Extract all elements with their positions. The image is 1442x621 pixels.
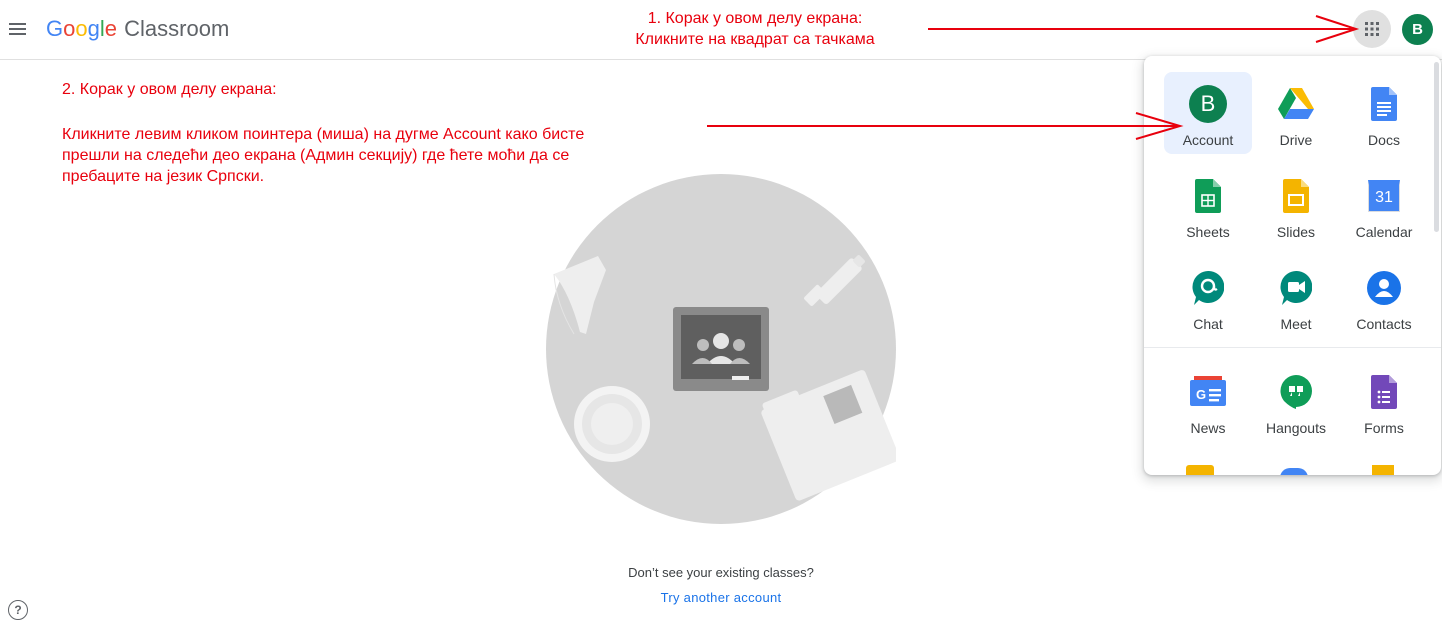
app-hangouts[interactable]: Hangouts bbox=[1252, 360, 1340, 442]
meet-icon bbox=[1276, 268, 1316, 308]
apps-panel-scrollbar[interactable] bbox=[1434, 62, 1439, 232]
calendar-icon: 31 bbox=[1364, 176, 1404, 216]
no-classes-message: Don’t see your existing classes? bbox=[628, 565, 814, 580]
google-apps-button[interactable] bbox=[1353, 10, 1391, 48]
account-avatar-button[interactable]: B bbox=[1402, 14, 1433, 45]
step2-annotation-heading: 2. Корак у овом делу екрана: bbox=[62, 81, 277, 98]
sheets-icon bbox=[1188, 176, 1228, 216]
google-classroom-logo[interactable]: Google Classroom bbox=[46, 16, 229, 42]
google-apps-panel: B Account Drive Docs Sheets Slides 31 Ca… bbox=[1144, 56, 1441, 475]
app-contacts[interactable]: Contacts bbox=[1340, 256, 1428, 338]
contacts-icon bbox=[1364, 268, 1404, 308]
chat-icon bbox=[1188, 268, 1228, 308]
app-forms[interactable]: Forms bbox=[1340, 360, 1428, 442]
app-slides[interactable]: Slides bbox=[1252, 164, 1340, 246]
app-chat[interactable]: Chat bbox=[1164, 256, 1252, 338]
hangouts-icon bbox=[1276, 372, 1316, 412]
help-icon[interactable]: ? bbox=[8, 600, 28, 620]
docs-icon bbox=[1364, 84, 1404, 124]
svg-text:G: G bbox=[1196, 387, 1206, 402]
forms-icon bbox=[1364, 372, 1404, 412]
news-icon: G bbox=[1188, 372, 1228, 412]
apps-grid-icon bbox=[1365, 22, 1379, 36]
hamburger-icon bbox=[9, 23, 26, 25]
account-icon: B bbox=[1188, 84, 1228, 124]
partial-app-icon bbox=[1186, 465, 1214, 475]
try-another-account-link[interactable]: Try another account bbox=[0, 590, 1442, 605]
product-name: Classroom bbox=[124, 16, 230, 41]
app-sheets[interactable]: Sheets bbox=[1164, 164, 1252, 246]
apps-panel-divider bbox=[1144, 347, 1441, 348]
app-account[interactable]: B Account bbox=[1164, 72, 1252, 154]
empty-classroom-illustration bbox=[546, 174, 896, 524]
app-docs[interactable]: Docs bbox=[1340, 72, 1428, 154]
main-menu-button[interactable] bbox=[9, 20, 29, 40]
app-news[interactable]: G News bbox=[1164, 360, 1252, 442]
partial-app-icon bbox=[1280, 468, 1308, 475]
partial-app-icon bbox=[1372, 465, 1394, 475]
app-meet[interactable]: Meet bbox=[1252, 256, 1340, 338]
drive-icon bbox=[1276, 84, 1316, 124]
app-calendar[interactable]: 31 Calendar bbox=[1340, 164, 1428, 246]
app-drive[interactable]: Drive bbox=[1252, 72, 1340, 154]
step1-annotation: 1. Корак у овом делу екрана: Кликните на… bbox=[635, 10, 875, 48]
slides-icon bbox=[1276, 176, 1316, 216]
avatar-letter: B bbox=[1412, 21, 1423, 38]
